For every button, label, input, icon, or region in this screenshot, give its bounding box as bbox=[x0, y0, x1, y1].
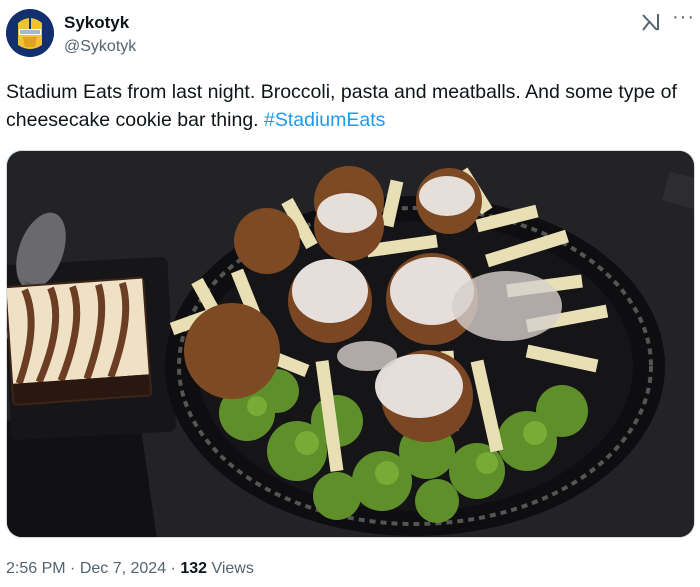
food-photo-image bbox=[7, 151, 694, 537]
meta-separator: · bbox=[166, 560, 181, 577]
author-handle[interactable]: @Sykotyk bbox=[64, 38, 136, 56]
tweet-time[interactable]: 2:56 PM bbox=[6, 560, 66, 577]
author-display-name[interactable]: Sykotyk bbox=[64, 13, 129, 33]
tweet-meta: 2:56 PM · Dec 7, 2024 · 132 Views bbox=[6, 560, 254, 578]
helmet-avatar-icon bbox=[6, 9, 54, 57]
meta-separator: · bbox=[65, 560, 80, 577]
grok-icon[interactable] bbox=[640, 11, 662, 33]
views-count[interactable]: 132 bbox=[180, 560, 207, 577]
hashtag-link[interactable]: #StadiumEats bbox=[264, 109, 385, 131]
tweet-photo[interactable] bbox=[6, 150, 695, 538]
author-avatar[interactable] bbox=[6, 9, 54, 57]
views-label: Views bbox=[207, 560, 254, 577]
cheesecake-bar bbox=[7, 276, 153, 406]
tweet-date[interactable]: Dec 7, 2024 bbox=[80, 560, 166, 577]
more-options-icon[interactable]: ··· bbox=[672, 6, 695, 29]
tweet-text: Stadium Eats from last night. Broccoli, … bbox=[6, 78, 686, 134]
